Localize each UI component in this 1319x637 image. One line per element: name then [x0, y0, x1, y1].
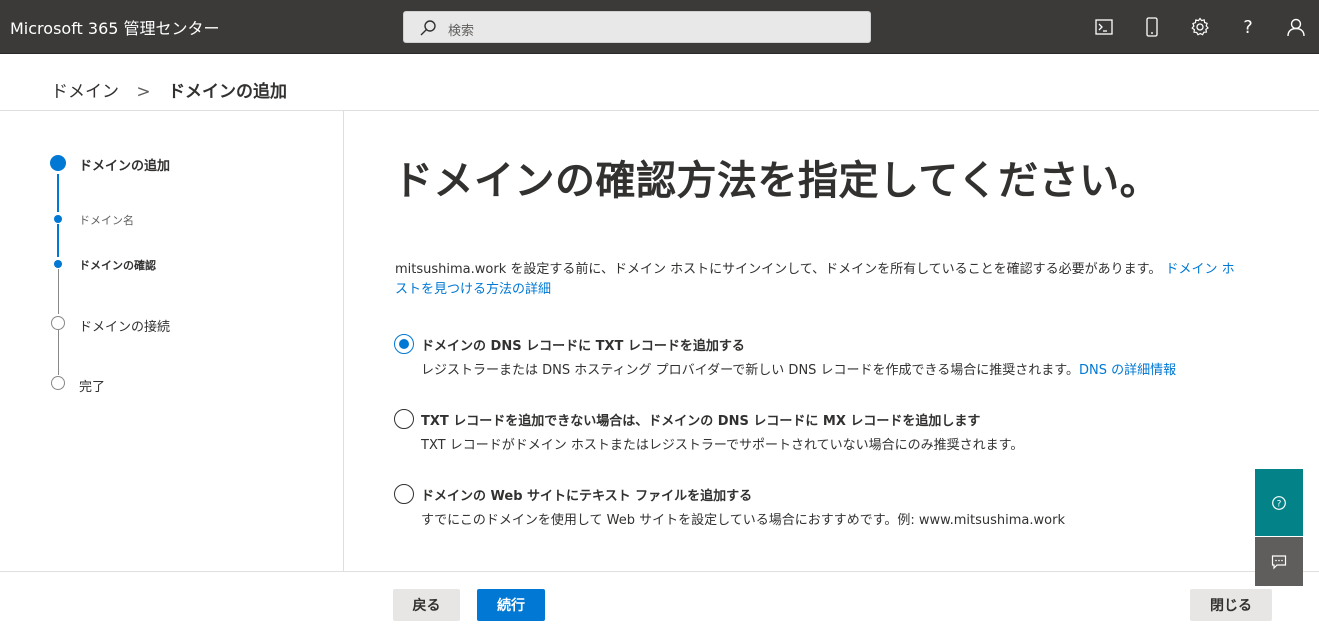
- footer-divider: [0, 571, 1319, 572]
- terminal-icon[interactable]: [1092, 15, 1116, 39]
- link-text-part2[interactable]: ストを見つける方法の詳細: [395, 282, 551, 297]
- breadcrumb-domains-link[interactable]: ドメイン: [51, 82, 119, 102]
- option-description: レジストラーまたは DNS ホスティング プロバイダーで新しい DNS レコード…: [421, 359, 1176, 378]
- step-pending-dot: [51, 316, 65, 330]
- search-input[interactable]: 検索: [448, 20, 474, 39]
- option-description: TXT レコードがドメイン ホストまたはレジストラーでサポートされていない場合に…: [421, 438, 1024, 453]
- svg-text:?: ?: [1243, 17, 1253, 38]
- step-label-domain-name: ドメイン名: [79, 214, 134, 227]
- step-connector: [58, 269, 59, 314]
- chevron-right-icon: >: [136, 82, 151, 102]
- top-bar: Microsoft 365 管理センター 検索 ?: [0, 0, 1319, 54]
- floating-help-button[interactable]: ?: [1255, 469, 1303, 536]
- intro-text: mitsushima.work を設定する前に、ドメイン ホストにサインインして…: [395, 260, 1287, 300]
- option-description: すでにこのドメインを使用して Web サイトを設定している場合におすすめです。例…: [421, 513, 1065, 528]
- search-box[interactable]: 検索: [403, 11, 871, 43]
- floating-feedback-button[interactable]: [1255, 537, 1303, 586]
- close-button[interactable]: 閉じる: [1190, 589, 1272, 621]
- link-text-part1[interactable]: ドメイン ホ: [1166, 262, 1235, 277]
- user-icon[interactable]: [1284, 15, 1308, 39]
- substep-dot: [54, 260, 62, 268]
- svg-text:?: ?: [1277, 500, 1282, 510]
- radio-mx-record[interactable]: [394, 409, 414, 429]
- help-circle-icon: ?: [1272, 496, 1286, 510]
- option-title[interactable]: ドメインの Web サイトにテキスト ファイルを追加する: [421, 485, 752, 504]
- continue-button[interactable]: 続行: [477, 589, 545, 621]
- app-title[interactable]: Microsoft 365 管理センター: [10, 15, 220, 39]
- step-connector: [58, 330, 59, 375]
- chat-feedback-icon: [1271, 555, 1287, 570]
- page-title: ドメインの確認方法を指定してください。: [393, 158, 1161, 204]
- step-label-add-domain: ドメインの追加: [79, 159, 171, 174]
- step-label-connect-domain: ドメインの接続: [79, 320, 171, 335]
- step-label-finish: 完了: [79, 380, 106, 395]
- step-label-verify-domain: ドメインの確認: [79, 259, 156, 272]
- breadcrumb: ドメイン > ドメインの追加: [51, 77, 287, 102]
- radio-text-file[interactable]: [394, 484, 414, 504]
- option-desc-text: レジストラーまたは DNS ホスティング プロバイダーで新しい DNS レコード…: [421, 363, 1079, 378]
- help-icon[interactable]: ?: [1236, 15, 1260, 39]
- step-pending-dot: [51, 376, 65, 390]
- wizard-steps-panel: ドメインの追加 ドメイン名 ドメインの確認 ドメインの接続 完了: [0, 111, 344, 571]
- dns-info-link[interactable]: DNS の詳細情報: [1079, 363, 1176, 378]
- intro-body: mitsushima.work を設定する前に、ドメイン ホストにサインインして…: [395, 262, 1162, 277]
- breadcrumb-current: ドメインの追加: [168, 82, 288, 102]
- radio-txt-record[interactable]: [394, 334, 414, 354]
- option-title[interactable]: TXT レコードを追加できない場合は、ドメインの DNS レコードに MX レコ…: [421, 410, 980, 429]
- search-icon: [420, 20, 436, 36]
- step-connector: [57, 224, 59, 257]
- back-button[interactable]: 戻る: [393, 589, 460, 621]
- option-title[interactable]: ドメインの DNS レコードに TXT レコードを追加する: [421, 335, 745, 354]
- gear-icon[interactable]: [1188, 15, 1212, 39]
- substep-dot: [54, 215, 62, 223]
- mobile-icon[interactable]: [1140, 15, 1164, 39]
- step-connector: [57, 174, 59, 212]
- step-active-dot: [50, 155, 66, 171]
